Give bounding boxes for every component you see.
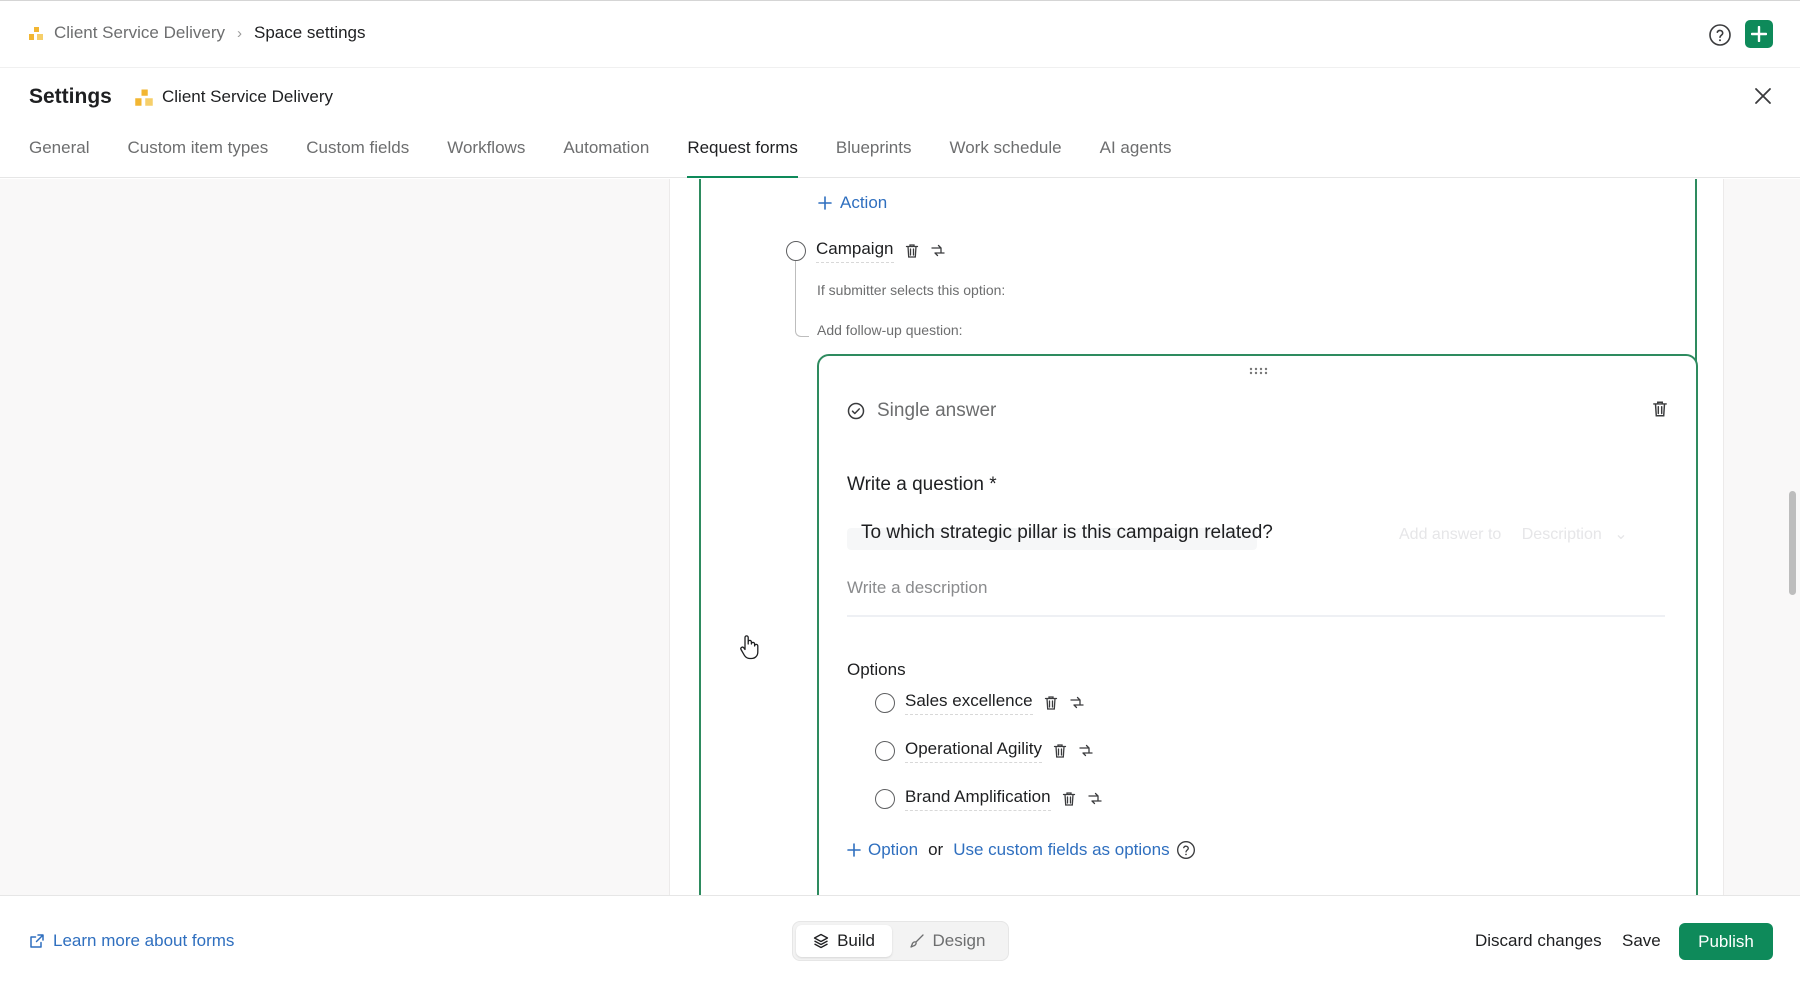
vertical-scrollbar[interactable] (1789, 491, 1796, 595)
custom-fields-options-link[interactable]: Use custom fields as options (953, 840, 1169, 860)
learn-more-label: Learn more about forms (53, 931, 235, 950)
space-icon (29, 27, 43, 40)
if-selects-hint: If submitter selects this option: (817, 282, 1006, 298)
layers-icon (813, 933, 829, 949)
option-row-campaign: Campaign (786, 239, 946, 263)
branch-icon[interactable] (1069, 695, 1085, 711)
option-label[interactable]: Campaign (816, 239, 894, 263)
page-title: Settings (29, 85, 112, 108)
answer-to-value: Description (1521, 526, 1602, 543)
design-label: Design (932, 931, 986, 950)
plus-icon (1751, 26, 1767, 42)
question-input[interactable]: To which strategic pillar is this campai… (861, 522, 1273, 544)
help-icon[interactable] (1708, 23, 1732, 47)
option-row: Sales excellence (875, 691, 1085, 715)
tab-custom-fields[interactable]: Custom fields (306, 138, 409, 178)
check-circle-icon (847, 402, 865, 420)
space-name-label: Client Service Delivery (162, 87, 333, 106)
description-input[interactable]: Write a description (847, 578, 987, 598)
plus-icon (818, 196, 832, 210)
drag-handle-icon[interactable] (1249, 366, 1269, 376)
external-link-icon (30, 934, 44, 948)
option-label[interactable]: Sales excellence (905, 691, 1033, 715)
branch-icon[interactable] (1087, 791, 1103, 807)
question-type-label: Single answer (877, 400, 997, 421)
save-button[interactable]: Save (1622, 931, 1661, 951)
plus-icon (847, 843, 861, 857)
trash-icon[interactable] (1651, 400, 1669, 418)
option-radio (875, 789, 895, 809)
build-tab[interactable]: Build (796, 925, 892, 957)
tab-request-forms[interactable]: Request forms (687, 138, 798, 178)
tab-blueprints[interactable]: Blueprints (836, 138, 912, 178)
question-type[interactable]: Single answer (847, 400, 996, 422)
breadcrumb: Client Service Delivery › Space settings (28, 23, 366, 43)
settings-header: Settings Client Service Delivery General… (0, 68, 1800, 178)
chevron-down-icon: ⌄ (1614, 526, 1628, 543)
breadcrumb-current: Space settings (254, 23, 366, 42)
design-tab[interactable]: Design (892, 925, 1002, 957)
add-action-label: Action (840, 193, 888, 212)
description-underline (847, 615, 1665, 617)
form-panel: Action Campaign If submitter selects thi… (669, 179, 1724, 895)
add-action-button[interactable]: Action (818, 193, 887, 213)
build-design-toggle: Build Design (792, 921, 1009, 961)
question-label: Write a question * (847, 474, 997, 495)
add-followup-hint: Add follow-up question: (817, 322, 963, 338)
branch-connector (795, 261, 809, 337)
learn-more-link[interactable]: Learn more about forms (29, 931, 234, 951)
trash-icon[interactable] (1043, 695, 1059, 711)
followup-question-card[interactable]: Single answer Write a question * To whic… (817, 354, 1698, 895)
top-bar: Client Service Delivery › Space settings (0, 0, 1800, 68)
option-label[interactable]: Brand Amplification (905, 787, 1051, 811)
tab-work-schedule[interactable]: Work schedule (949, 138, 1061, 178)
add-option-row: Option or Use custom fields as options (847, 840, 1196, 860)
add-option-label: Option (868, 840, 919, 859)
publish-button[interactable]: Publish (1679, 923, 1773, 960)
settings-tabs: General Custom item types Custom fields … (29, 138, 1209, 178)
form-builder-canvas: Action Campaign If submitter selects thi… (0, 179, 1800, 895)
tab-ai-agents[interactable]: AI agents (1100, 138, 1172, 178)
breadcrumb-space-link[interactable]: Client Service Delivery (54, 23, 225, 43)
option-row: Operational Agility (875, 739, 1094, 763)
close-icon[interactable] (1753, 86, 1773, 106)
build-label: Build (837, 931, 875, 950)
footer-bar: Learn more about forms Build Design Disc… (0, 895, 1800, 982)
branch-icon[interactable] (1078, 743, 1094, 759)
tab-custom-item-types[interactable]: Custom item types (127, 138, 268, 178)
chevron-right-icon: › (237, 24, 242, 42)
space-name: Client Service Delivery (134, 87, 333, 107)
create-button[interactable] (1745, 20, 1773, 48)
question-card: Action Campaign If submitter selects thi… (699, 179, 1698, 895)
option-radio (875, 741, 895, 761)
or-text: or (928, 840, 944, 859)
option-row: Brand Amplification (875, 787, 1103, 811)
answer-to-select[interactable]: Add answer to Description ⌄ (1399, 524, 1628, 544)
branch-icon[interactable] (930, 243, 946, 259)
add-option-button[interactable]: Option (847, 840, 918, 860)
trash-icon[interactable] (904, 243, 920, 259)
help-icon[interactable] (1176, 840, 1196, 860)
option-radio (875, 693, 895, 713)
brush-icon (909, 934, 924, 948)
options-heading: Options (847, 660, 906, 679)
discard-changes-button[interactable]: Discard changes (1475, 931, 1602, 951)
answer-to-label: Add answer to (1399, 526, 1502, 543)
option-radio (786, 241, 806, 261)
tab-workflows[interactable]: Workflows (447, 138, 525, 178)
space-icon (135, 89, 153, 106)
trash-icon[interactable] (1052, 743, 1068, 759)
hand-cursor-icon (740, 635, 759, 660)
trash-icon[interactable] (1061, 791, 1077, 807)
tab-general[interactable]: General (29, 138, 89, 178)
option-label[interactable]: Operational Agility (905, 739, 1043, 763)
tab-automation[interactable]: Automation (563, 138, 649, 178)
